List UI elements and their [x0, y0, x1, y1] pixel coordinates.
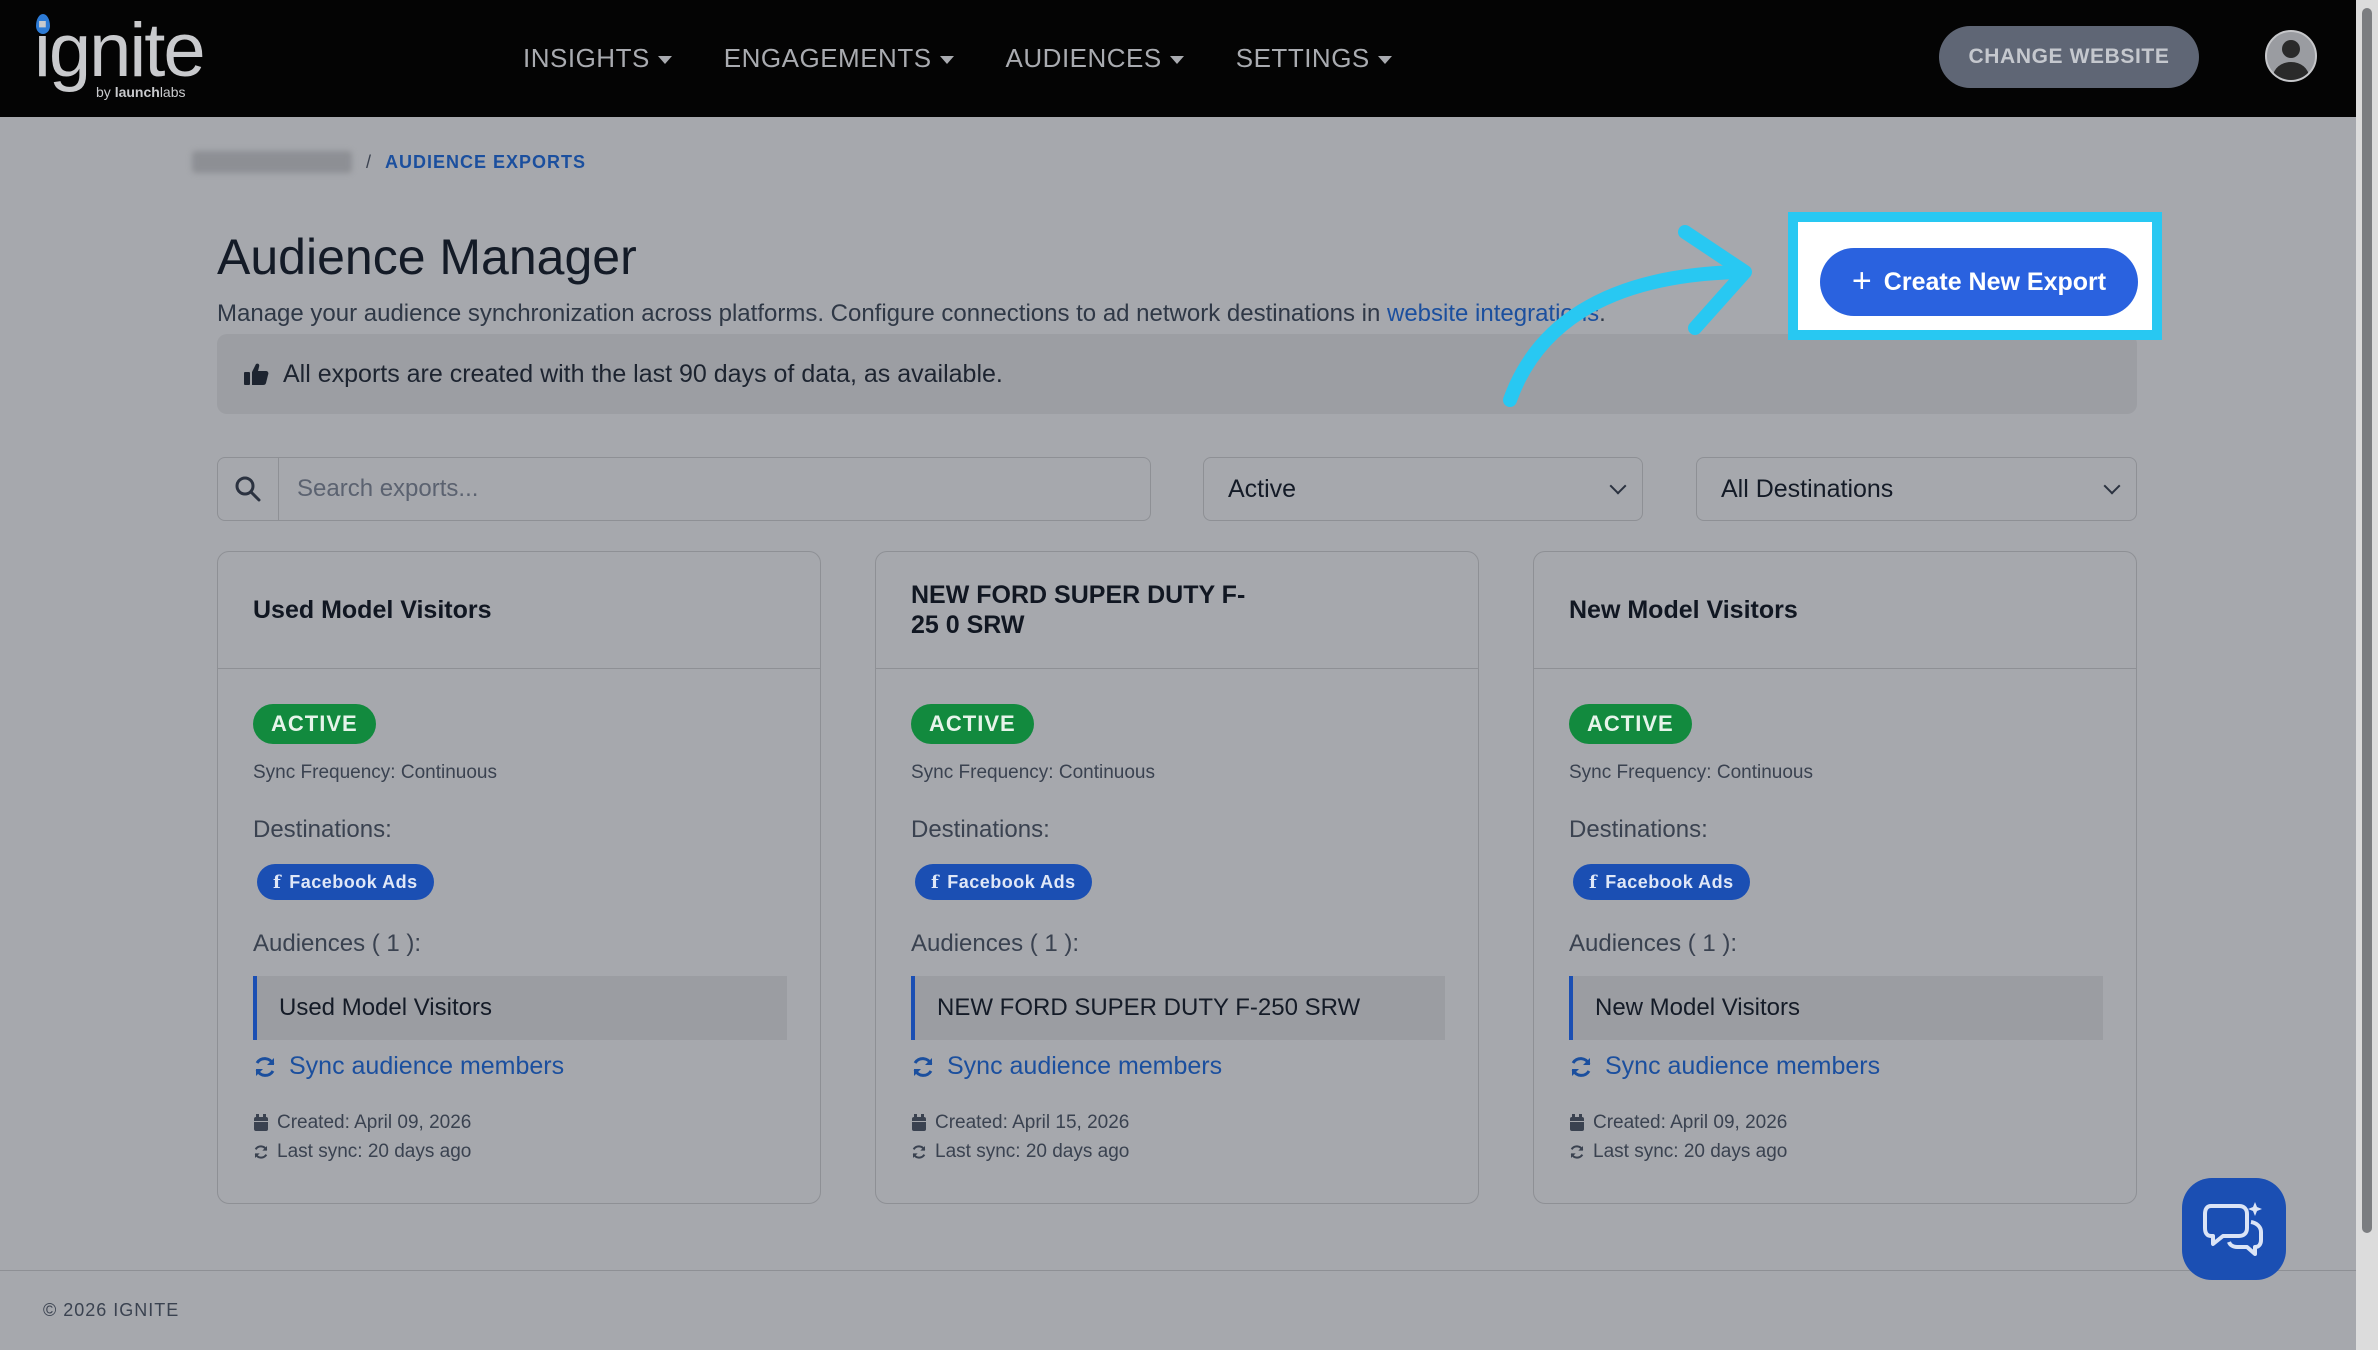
export-card: New Model Visitors ACTIVE Sync Frequency… — [1533, 551, 2137, 1204]
destinations-label: Destinations: — [253, 816, 392, 843]
breadcrumb-root-blurred[interactable] — [192, 151, 352, 173]
sync-frequency: Sync Frequency: Continuous — [253, 762, 497, 783]
sync-frequency: Sync Frequency: Continuous — [1569, 762, 1813, 783]
calendar-icon — [254, 1114, 268, 1131]
status-select[interactable]: Active — [1203, 457, 1643, 521]
created-date: Created: April 09, 2026 — [253, 1112, 471, 1134]
destination-select-value: All Destinations — [1721, 474, 1894, 503]
logo-byline: by launchlabs — [96, 84, 186, 100]
card-header: New Model Visitors — [1534, 552, 2136, 669]
status-badge: ACTIVE — [911, 704, 1034, 744]
chat-button[interactable] — [2182, 1178, 2286, 1280]
search-input[interactable] — [279, 458, 1150, 520]
sync-icon — [1570, 1145, 1584, 1159]
nav-audiences[interactable]: AUDIENCES — [1006, 43, 1184, 74]
export-card: NEW FORD SUPER DUTY F-25 0 SRW ACTIVE Sy… — [875, 551, 1479, 1204]
facebook-icon: f — [931, 871, 940, 893]
sync-icon — [913, 1056, 933, 1077]
thumbs-up-icon — [244, 363, 269, 385]
change-website-button[interactable]: CHANGE WEBSITE — [1939, 26, 2199, 88]
destinations-label: Destinations: — [911, 816, 1050, 843]
status-badge: ACTIVE — [253, 704, 376, 744]
scrollbar-thumb[interactable] — [2362, 8, 2372, 1233]
info-banner: All exports are created with the last 90… — [217, 334, 2137, 414]
audience-item: Used Model Visitors — [253, 976, 787, 1040]
create-new-export-label: Create New Export — [1883, 267, 2107, 296]
footer-copyright: © 2026 IGNITE — [43, 1300, 180, 1320]
facebook-ads-pill: f Facebook Ads — [915, 864, 1092, 900]
audience-item: NEW FORD SUPER DUTY F-250 SRW — [911, 976, 1445, 1040]
caret-down-icon — [1377, 55, 1392, 64]
breadcrumb-current: AUDIENCE EXPORTS — [385, 151, 587, 172]
audiences-label: Audiences ( 1 ): — [253, 930, 422, 957]
last-sync: Last sync: 20 days ago — [253, 1141, 471, 1163]
nav-insights[interactable]: INSIGHTS — [523, 43, 672, 74]
footer-divider — [0, 1270, 2356, 1271]
sync-icon — [255, 1056, 275, 1077]
last-sync: Last sync: 20 days ago — [911, 1141, 1129, 1163]
card-title: New Model Visitors — [1569, 596, 1798, 624]
card-header: NEW FORD SUPER DUTY F-25 0 SRW — [876, 552, 1478, 669]
audiences-label: Audiences ( 1 ): — [1569, 930, 1738, 957]
search-icon — [235, 476, 261, 502]
caret-down-icon — [657, 55, 672, 64]
audience-item: New Model Visitors — [1569, 976, 2103, 1040]
facebook-ads-pill: f Facebook Ads — [257, 864, 434, 900]
audiences-label: Audiences ( 1 ): — [911, 930, 1080, 957]
export-card: Used Model Visitors ACTIVE Sync Frequenc… — [217, 551, 821, 1204]
sync-audience-members-link[interactable]: Sync audience members — [1569, 1052, 1880, 1081]
caret-down-icon — [1169, 55, 1184, 64]
card-title: NEW FORD SUPER DUTY F-25 0 SRW — [911, 581, 1246, 639]
search-box — [217, 457, 1151, 521]
facebook-icon: f — [273, 871, 282, 893]
chevron-down-icon — [1609, 477, 1627, 495]
info-text: All exports are created with the last 90… — [283, 359, 1003, 388]
chat-icon — [2203, 1202, 2263, 1256]
pointer-arrow-annotation — [1503, 225, 1752, 407]
destination-select[interactable]: All Destinations — [1696, 457, 2137, 521]
logo-word: ignite — [34, 8, 206, 93]
create-new-export-button[interactable]: + Create New Export — [1820, 248, 2138, 316]
status-badge: ACTIVE — [1569, 704, 1692, 744]
card-title: Used Model Visitors — [253, 596, 492, 624]
plus-icon: + — [1851, 261, 1872, 300]
page-subtitle: Manage your audience synchronization acr… — [217, 300, 1606, 327]
facebook-icon: f — [1589, 871, 1598, 893]
search-icon-wrap — [218, 458, 279, 520]
sync-audience-members-link[interactable]: Sync audience members — [253, 1052, 564, 1081]
ignite-logo[interactable]: ignite by launchlabs — [34, 8, 224, 102]
top-navbar: ignite by launchlabs INSIGHTS ENGAGEMENT… — [0, 0, 2356, 117]
breadcrumb-separator: / — [366, 151, 372, 172]
status-select-value: Active — [1228, 474, 1297, 503]
sync-icon — [254, 1145, 268, 1159]
user-avatar-icon[interactable] — [2265, 30, 2317, 82]
sync-frequency: Sync Frequency: Continuous — [911, 762, 1155, 783]
page-title: Audience Manager — [217, 229, 637, 285]
sync-icon — [1571, 1056, 1591, 1077]
calendar-icon — [1570, 1114, 1584, 1131]
main-nav: INSIGHTS ENGAGEMENTS AUDIENCES SETTINGS — [523, 0, 1392, 117]
facebook-ads-pill: f Facebook Ads — [1573, 864, 1750, 900]
destinations-label: Destinations: — [1569, 816, 1708, 843]
breadcrumb: / AUDIENCE EXPORTS — [192, 151, 586, 173]
sync-icon — [912, 1145, 926, 1159]
caret-down-icon — [939, 55, 954, 64]
card-header: Used Model Visitors — [218, 552, 820, 669]
nav-engagements[interactable]: ENGAGEMENTS — [724, 43, 954, 74]
nav-settings[interactable]: SETTINGS — [1236, 43, 1392, 74]
last-sync: Last sync: 20 days ago — [1569, 1141, 1787, 1163]
calendar-icon — [912, 1114, 926, 1131]
chevron-down-icon — [2103, 477, 2121, 495]
created-date: Created: April 15, 2026 — [911, 1112, 1129, 1134]
created-date: Created: April 09, 2026 — [1569, 1112, 1787, 1134]
sync-audience-members-link[interactable]: Sync audience members — [911, 1052, 1222, 1081]
